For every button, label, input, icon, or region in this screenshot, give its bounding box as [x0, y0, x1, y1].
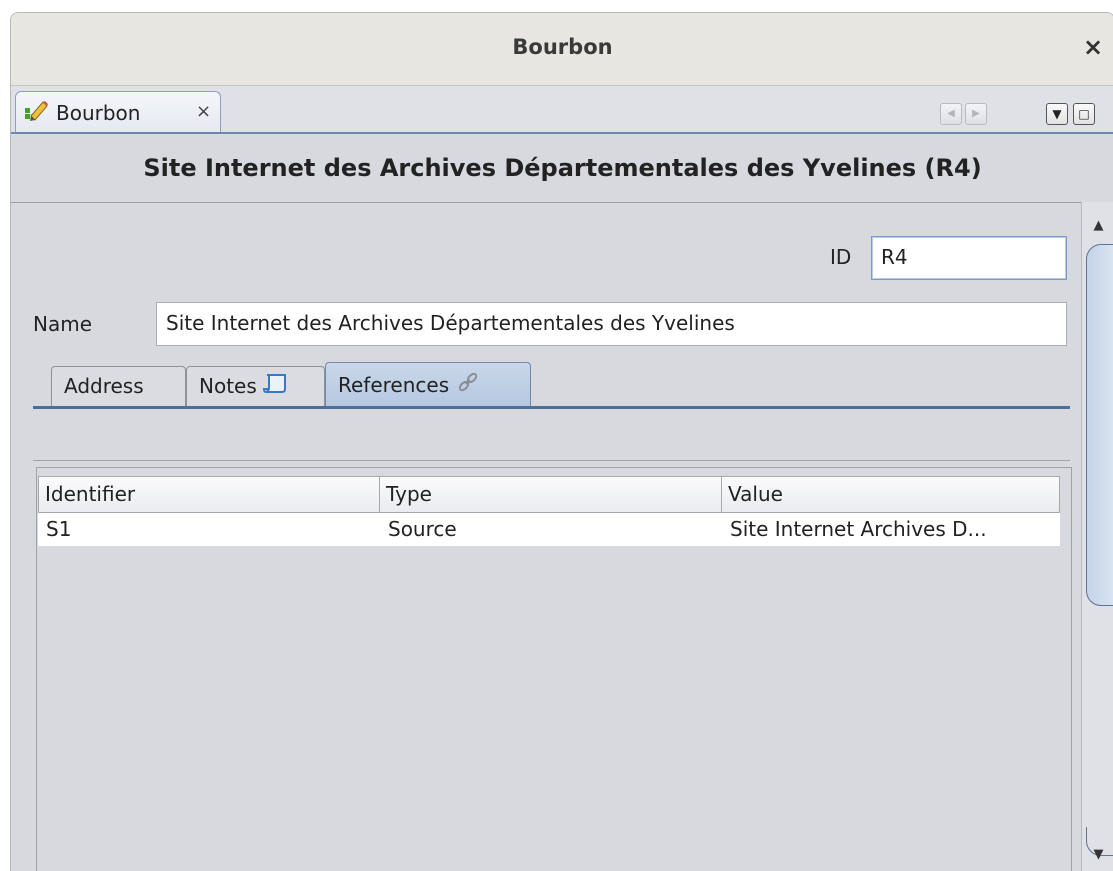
name-field[interactable]: Site Internet des Archives Départemental… [156, 302, 1067, 346]
title-bar: Bourbon × [11, 13, 1113, 86]
tab-address[interactable]: Address [51, 366, 186, 406]
name-label: Name [33, 312, 93, 336]
scrollbar-thumb[interactable] [1086, 244, 1113, 606]
tab-address-label: Address [64, 374, 144, 398]
column-header-value[interactable]: Value [722, 476, 1060, 513]
tab-references-label: References [338, 373, 450, 397]
link-icon [456, 365, 480, 409]
editor-content: ID R4 Name Site Internet des Archives Dé… [11, 202, 1081, 871]
window-title: Bourbon [512, 35, 613, 59]
tab-references[interactable]: References [325, 362, 531, 406]
scroll-up-icon[interactable]: ▲ [1082, 218, 1113, 233]
tabs-underline [33, 406, 1070, 409]
document-tab-label: Bourbon [56, 101, 141, 125]
maximize-button[interactable]: □ [1073, 103, 1095, 125]
scroll-down-icon[interactable]: ▼ [1082, 847, 1113, 862]
editor-window: Bourbon × Bourbon × ◀ ▶ ▼ □ Site Interne… [10, 12, 1113, 871]
cell-value: Site Internet Archives D... [730, 517, 987, 541]
tab-dropdown-button[interactable]: ▼ [1046, 103, 1068, 125]
column-header-identifier[interactable]: Identifier [38, 476, 380, 513]
scroll-tabs-right-button[interactable]: ▶ [965, 103, 987, 125]
id-field[interactable]: R4 [871, 236, 1067, 280]
close-window-button[interactable]: × [1080, 33, 1106, 61]
record-header: Site Internet des Archives Départemental… [11, 134, 1113, 202]
cell-identifier: S1 [46, 517, 72, 541]
tab-notes-label: Notes [199, 374, 257, 398]
column-header-type[interactable]: Type [380, 476, 722, 513]
vertical-scrollbar[interactable]: ▲ ▼ [1081, 202, 1113, 871]
document-tab-close-button[interactable]: × [196, 101, 211, 122]
divider [33, 460, 1070, 461]
scroll-tabs-left-button[interactable]: ◀ [940, 103, 962, 125]
table-row[interactable]: S1 Source Site Internet Archives D... [38, 513, 1060, 546]
document-tab-bourbon[interactable]: Bourbon × [15, 91, 221, 134]
edit-icon [23, 98, 49, 124]
page-title: Site Internet des Archives Départemental… [143, 154, 982, 182]
references-table: Identifier Type Value S1 Source Site Int… [36, 467, 1072, 871]
id-label: ID [830, 245, 852, 269]
cell-type: Source [388, 517, 457, 541]
tab-notes[interactable]: Notes [186, 366, 325, 406]
note-icon [263, 369, 289, 407]
